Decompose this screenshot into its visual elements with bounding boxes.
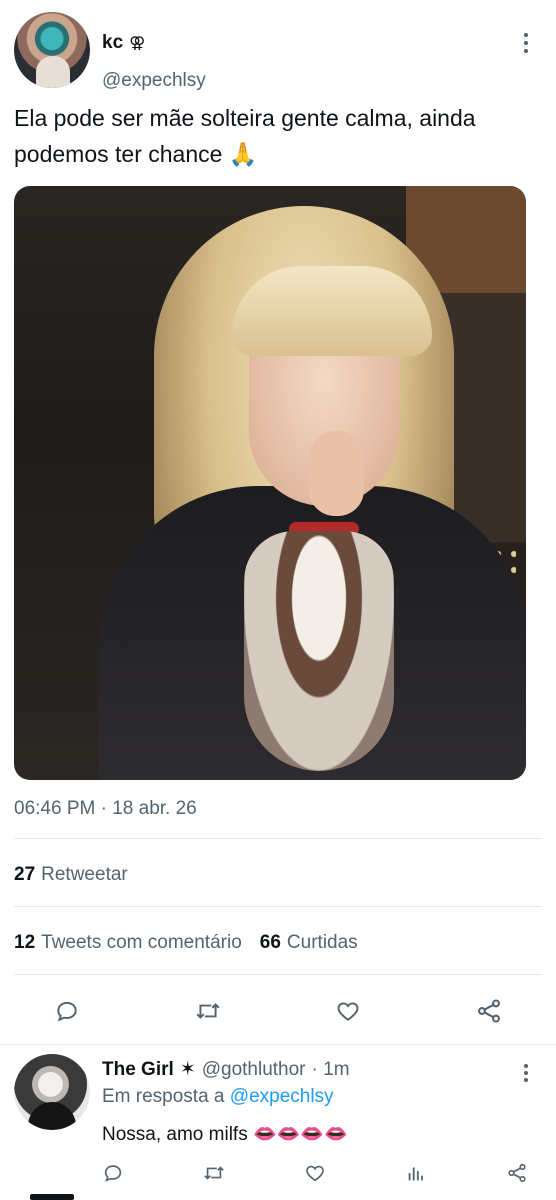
reply-author-row[interactable]: The Girl ✶ @gothluthor · 1m	[102, 1058, 350, 1081]
photo-bangs	[232, 266, 432, 356]
in-reply-prefix: Em resposta a	[102, 1086, 225, 1107]
reply-tweet[interactable]: The Girl ✶ @gothluthor · 1m Em resposta …	[0, 1046, 556, 1200]
retweet-icon[interactable]	[201, 1160, 227, 1186]
more-options-icon[interactable]	[514, 28, 538, 58]
reply-more-options-icon[interactable]	[516, 1060, 536, 1086]
quote-stat[interactable]: 12 Tweets com comentário	[14, 932, 242, 954]
reply-actions	[100, 1160, 530, 1186]
reply-handle[interactable]: @gothluthor	[202, 1059, 306, 1081]
reply-icon[interactable]	[100, 1160, 126, 1186]
share-icon[interactable]	[474, 996, 504, 1026]
handle[interactable]: @expechlsy	[102, 70, 206, 92]
author-name-row[interactable]: kc ⚢	[102, 32, 145, 54]
photo-hand	[309, 431, 364, 516]
likes-stat[interactable]: 66 Curtidas	[260, 932, 358, 954]
engagement-stats: 12 Tweets com comentário 66 Curtidas	[14, 932, 358, 954]
name-symbol: ⚢	[129, 35, 146, 52]
in-reply-handle-link[interactable]: @expechlsy	[230, 1086, 334, 1107]
next-tweet-edge	[30, 1194, 74, 1200]
in-reply-to: Em resposta a @expechlsy	[102, 1086, 334, 1108]
analytics-icon[interactable]	[403, 1160, 429, 1186]
retweet-icon[interactable]	[193, 996, 223, 1026]
divider	[14, 906, 542, 907]
tweet-text: Ela pode ser mãe solteira gente calma, a…	[14, 105, 476, 167]
photo-dog-print	[244, 531, 394, 771]
divider	[0, 1044, 556, 1045]
like-icon[interactable]	[333, 996, 363, 1026]
divider	[14, 838, 542, 839]
reply-time: · 1m	[311, 1058, 350, 1080]
tweet-photo[interactable]	[14, 186, 526, 780]
reply-name-symbol: ✶	[179, 1059, 196, 1080]
tweet-header: kc ⚢ @expechlsy	[14, 12, 542, 92]
avatar[interactable]	[14, 12, 90, 88]
reply-text: Nossa, amo milfs 👄👄👄👄	[102, 1124, 348, 1145]
display-name[interactable]: kc	[102, 32, 123, 54]
quotes-count: 12	[14, 932, 36, 953]
likes-count: 66	[259, 932, 281, 953]
divider	[14, 974, 542, 975]
retweets-count: 27	[14, 864, 36, 885]
like-icon[interactable]	[302, 1160, 328, 1186]
reply-icon[interactable]	[52, 996, 82, 1026]
retweets-label: Retweetar	[41, 864, 128, 885]
retweet-stats[interactable]: 27 Retweetar	[14, 864, 128, 886]
tweet-timestamp: 06:46 PM · 18 abr. 26	[14, 798, 197, 819]
likes-label: Curtidas	[286, 932, 358, 953]
reply-display-name[interactable]: The Girl	[102, 1059, 174, 1081]
reply-avatar[interactable]	[14, 1054, 90, 1130]
tweet-actions	[14, 996, 542, 1026]
share-icon[interactable]	[504, 1160, 530, 1186]
quotes-label: Tweets com comentário	[41, 932, 242, 953]
